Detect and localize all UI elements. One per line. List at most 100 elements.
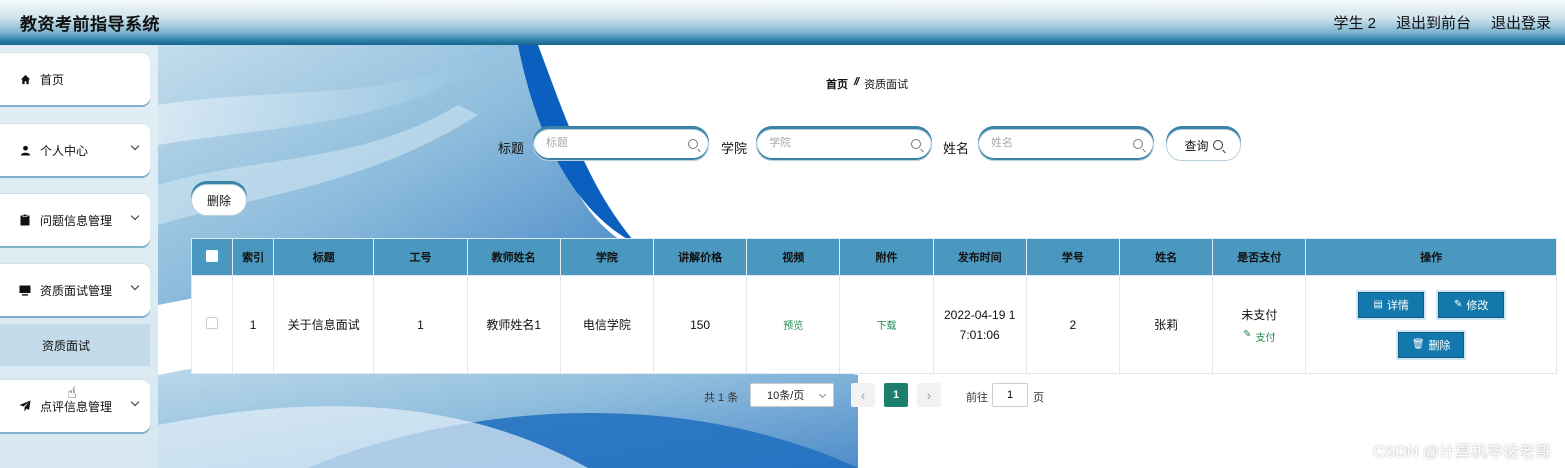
delete-button[interactable]: 🗑 删除	[1398, 331, 1465, 358]
edit-button[interactable]: ✎ 修改	[1438, 291, 1505, 318]
cell-time: 2022-04-19 1 7:01:06	[932, 275, 1027, 374]
sidebar-item-label: 个人中心	[40, 143, 89, 158]
paper-plane-icon	[18, 400, 32, 412]
column-header: 是否支付	[1212, 238, 1307, 276]
cell-index: 1	[232, 275, 275, 374]
sidebar: 首页 个人中心 问题信息管理 资质面试管理 资质面试 点评信息管理	[0, 45, 158, 468]
pagination-total: 共 1 条	[704, 392, 739, 404]
title-search-label: 标题	[498, 141, 525, 156]
search-icon	[1133, 139, 1143, 149]
column-header: 教师姓名	[466, 238, 561, 276]
sidebar-item-question-management[interactable]: 问题信息管理	[0, 194, 150, 246]
column-header: 姓名	[1118, 238, 1214, 276]
bulk-delete-button[interactable]: 删除	[191, 184, 247, 216]
current-user[interactable]: 学生 2	[1333, 12, 1376, 33]
name-search-field[interactable]	[978, 129, 1154, 161]
table-header-row: 索引 标题 工号 教师姓名 学院 讲解价格 视频 附件 发布时间 学号 姓名 是…	[190, 238, 1557, 276]
column-header: 附件	[839, 238, 934, 276]
chevron-down-icon	[818, 390, 827, 399]
attachment-download-link[interactable]: 下载	[876, 321, 896, 332]
search-icon	[1212, 140, 1223, 150]
cell-video: 预览	[746, 275, 841, 374]
query-button-label: 查询	[1184, 138, 1209, 153]
select-all-cell[interactable]	[190, 238, 234, 276]
column-header: 讲解价格	[652, 238, 748, 276]
sidebar-item-home[interactable]: 首页	[0, 53, 150, 105]
sidebar-item-label: 问题信息管理	[40, 213, 113, 228]
name-search-input[interactable]	[991, 137, 1131, 149]
cell-teacher: 教师姓名1	[466, 275, 561, 374]
chevron-down-icon	[130, 141, 140, 151]
table-row: 1 关于信息面试 1 教师姓名1 电信学院 150 预览 下载 2022-04-…	[190, 275, 1557, 374]
chevron-right-icon: ›	[926, 387, 932, 403]
page-unit-label: 页	[1033, 392, 1044, 404]
cell-name: 张莉	[1118, 275, 1214, 374]
sidebar-item-label: 资质面试管理	[40, 283, 113, 298]
detail-button[interactable]: ▤ 详情	[1358, 291, 1425, 318]
document-icon: ▤	[1373, 299, 1383, 310]
sidebar-subitem-interview[interactable]: 资质面试	[0, 324, 150, 366]
header-user-menu: 学生 2 退出到前台 退出登录	[1333, 12, 1551, 33]
hand-pointer-icon: ☝	[67, 385, 77, 402]
sidebar-item-label: 首页	[40, 72, 65, 87]
college-search-input[interactable]	[769, 137, 909, 149]
bulk-delete-label: 删除	[206, 193, 231, 208]
cell-price: 150	[652, 275, 748, 374]
search-icon	[911, 139, 921, 149]
cell-paid: 未支付 ✎ 支付	[1212, 275, 1307, 374]
chevron-down-icon	[130, 397, 140, 407]
watermark-text: CSDN @计算机毕设老哥	[1372, 444, 1551, 461]
time-line-1: 2022-04-19 1	[944, 307, 1016, 322]
title-search-field[interactable]	[533, 129, 709, 161]
cell-job-no: 1	[373, 275, 468, 374]
row-checkbox[interactable]	[206, 317, 219, 329]
pay-link[interactable]: ✎ 支付	[1243, 329, 1275, 344]
page-number-current[interactable]: 1	[884, 383, 908, 407]
cell-title: 关于信息面试	[273, 275, 375, 374]
monitor-icon	[18, 285, 32, 296]
column-header: 索引	[232, 238, 275, 276]
next-page-button[interactable]: ›	[917, 383, 941, 407]
home-icon	[18, 74, 32, 85]
column-header: 发布时间	[932, 238, 1027, 276]
cell-actions: ▤ 详情 ✎ 修改 🗑 删除	[1305, 275, 1557, 374]
cell-student-no: 2	[1025, 275, 1121, 374]
detail-button-label: 详情	[1386, 299, 1409, 312]
select-all-checkbox[interactable]	[206, 249, 219, 262]
search-icon	[688, 139, 698, 149]
breadcrumb-separator: //	[854, 76, 859, 88]
breadcrumb-home[interactable]: 首页	[826, 76, 848, 92]
breadcrumb-current: 资质面试	[864, 79, 909, 91]
cell-attachment: 下载	[839, 275, 934, 374]
user-icon	[18, 145, 32, 156]
top-header: 教资考前指导系统 学生 2 退出到前台 退出登录	[0, 0, 1565, 45]
interview-table: 索引 标题 工号 教师姓名 学院 讲解价格 视频 附件 发布时间 学号 姓名 是…	[190, 238, 1557, 374]
edit-button-label: 修改	[1466, 299, 1489, 312]
goto-page-input[interactable]	[992, 383, 1028, 407]
logout-link[interactable]: 退出登录	[1491, 12, 1551, 33]
prev-page-button[interactable]: ‹	[851, 383, 875, 407]
title-search-input[interactable]	[546, 137, 686, 149]
college-search-field[interactable]	[756, 129, 932, 161]
page-size-select[interactable]: 10条/页	[750, 383, 834, 407]
chevron-left-icon: ‹	[860, 387, 866, 403]
edit-pen-icon: ✎	[1243, 328, 1252, 340]
query-button[interactable]: 查询	[1166, 129, 1241, 161]
column-header: 学号	[1025, 238, 1121, 276]
cell-college: 电信学院	[559, 275, 654, 374]
column-header: 学院	[559, 238, 654, 276]
page-size-value: 10条/页	[767, 390, 805, 402]
column-header: 操作	[1305, 238, 1557, 276]
sidebar-item-personal-center[interactable]: 个人中心	[0, 124, 150, 176]
pay-link-label: 支付	[1255, 332, 1276, 344]
sidebar-item-interview-management[interactable]: 资质面试管理	[0, 264, 150, 316]
app-title: 教资考前指导系统	[20, 15, 160, 34]
goto-label: 前往	[966, 392, 988, 404]
back-to-front-link[interactable]: 退出到前台	[1396, 12, 1471, 33]
chevron-down-icon	[130, 281, 140, 291]
clipboard-icon	[18, 214, 32, 226]
row-select-cell[interactable]	[190, 275, 234, 374]
name-search-label: 姓名	[943, 141, 970, 156]
video-preview-link[interactable]: 预览	[783, 321, 803, 332]
column-header: 视频	[746, 238, 841, 276]
